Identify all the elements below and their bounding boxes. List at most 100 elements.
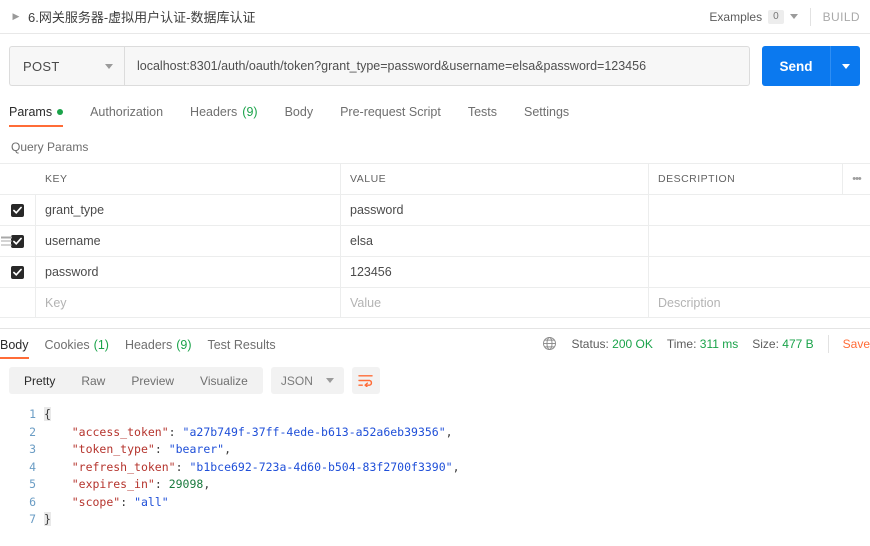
tab-headers[interactable]: Headers (9)	[190, 105, 271, 127]
examples-label: Examples	[709, 9, 763, 24]
json-key: "scope"	[71, 494, 121, 509]
response-tab-body-label: Body	[0, 337, 29, 352]
response-tab-test-results[interactable]: Test Results	[207, 338, 275, 359]
tab-headers-count: (9)	[242, 105, 258, 119]
row-key[interactable]: username	[36, 226, 341, 256]
size-label: Size:	[752, 336, 779, 351]
json-value-number: 29098	[168, 477, 204, 491]
tab-pre-request-script[interactable]: Pre-request Script	[340, 105, 454, 127]
response-tab-cookies-label: Cookies	[44, 337, 90, 352]
time-label: Time:	[666, 336, 697, 351]
row-checkbox-cell	[0, 257, 36, 287]
table-header-row: KEY VALUE DESCRIPTION •••	[0, 163, 870, 194]
response-tab-headers[interactable]: Headers (9)	[125, 338, 192, 359]
line-number: 2	[29, 424, 36, 439]
tab-tests[interactable]: Tests	[468, 105, 510, 127]
table-row: username elsa	[0, 225, 870, 256]
json-value-text: b1bce692-723a-4d60-b504-83f2700f3390	[196, 459, 446, 474]
send-options-button[interactable]	[830, 46, 860, 86]
view-pretty[interactable]: Pretty	[11, 369, 68, 392]
request-tabs: Params Authorization Headers (9) Body Pr…	[0, 98, 870, 127]
time-label-group: Time: 311 ms	[667, 337, 738, 351]
tab-pre-request-script-label: Pre-request Script	[340, 105, 441, 119]
chevron-down-icon[interactable]	[105, 63, 113, 69]
tab-settings-label: Settings	[524, 105, 570, 119]
send-group: Send	[762, 46, 860, 86]
word-wrap-icon[interactable]	[351, 367, 380, 394]
row-key[interactable]: grant_type	[36, 195, 341, 225]
row-enable-checkbox[interactable]	[11, 234, 24, 248]
tab-authorization[interactable]: Authorization	[90, 105, 176, 127]
save-response-link[interactable]: Save	[843, 337, 870, 351]
size-label-group: Size: 477 B	[752, 337, 813, 351]
build-button[interactable]: BUILD	[823, 10, 860, 24]
row-enable-checkbox[interactable]	[11, 296, 24, 309]
line-number: 6	[29, 494, 36, 509]
json-key: "token_type"	[71, 442, 155, 456]
new-row-description-input[interactable]: Description	[649, 288, 870, 317]
json-value-text: all	[141, 494, 162, 509]
triangle-right-icon[interactable]: ▶	[9, 10, 23, 24]
row-value[interactable]: password	[341, 195, 649, 225]
tab-body-label: Body	[284, 105, 314, 119]
json-key: "refresh_token"	[71, 459, 176, 474]
json-value: "b1bce692-723a-4d60-b504-83f2700f3390"	[189, 459, 453, 474]
row-checkbox-cell	[0, 195, 36, 225]
response-language-value: JSON	[280, 373, 313, 388]
json-value: "all"	[134, 494, 169, 509]
view-preview[interactable]: Preview	[118, 369, 187, 392]
line-number: 5	[29, 477, 36, 491]
divider	[809, 7, 811, 26]
ellipsis-icon[interactable]: •••	[842, 164, 870, 194]
row-checkbox-cell	[0, 226, 36, 256]
row-enable-checkbox[interactable]	[11, 265, 24, 279]
response-language-select[interactable]: JSON	[270, 367, 344, 394]
examples-count-badge: 0	[768, 9, 784, 24]
request-url-bar: POST localhost:8301/auth/oauth/token?gra…	[0, 34, 870, 98]
response-body-code: 1 2 3 4 5 6 7 { "access_token": "a27b749f-37ff…	[0, 402, 870, 529]
row-enable-checkbox[interactable]	[11, 203, 24, 217]
http-method-select[interactable]: POST	[9, 46, 124, 86]
row-description[interactable]	[649, 226, 870, 256]
tab-params[interactable]: Params	[9, 105, 76, 127]
json-key-text: access_token	[78, 424, 162, 439]
divider	[827, 334, 829, 353]
send-button[interactable]: Send	[762, 46, 830, 86]
view-raw[interactable]: Raw	[68, 369, 118, 392]
examples-dropdown[interactable]: Examples 0	[709, 9, 798, 24]
json-key-text: refresh_token	[78, 459, 169, 474]
status-label: Status:	[571, 336, 609, 351]
response-tab-body[interactable]: Body	[0, 338, 29, 359]
row-value[interactable]: 123456	[341, 257, 649, 287]
line-number: 3	[29, 442, 36, 456]
chevron-down-icon[interactable]	[789, 14, 798, 19]
response-tab-cookies[interactable]: Cookies (1)	[45, 338, 109, 359]
json-value-text: a27b749f-37ff-4ede-b613-a52a6eb39356	[189, 424, 439, 439]
request-url-input[interactable]: localhost:8301/auth/oauth/token?grant_ty…	[124, 46, 750, 86]
row-key[interactable]: password	[36, 257, 341, 287]
response-tab-headers-count: (9)	[176, 337, 192, 352]
tab-body[interactable]: Body	[285, 105, 327, 127]
json-response-text[interactable]: { "access_token": "a27b749f-37ff-4ede-b6…	[44, 406, 870, 529]
view-visualize[interactable]: Visualize	[187, 369, 261, 392]
new-row-key-input[interactable]: Key	[36, 288, 341, 317]
http-method-value: POST	[23, 58, 60, 74]
row-value[interactable]: elsa	[341, 226, 649, 256]
status-value: 200 OK	[612, 336, 653, 351]
query-params-section-label: Query Params	[11, 140, 89, 154]
params-modified-dot-icon	[57, 109, 64, 115]
column-header-key: KEY	[36, 164, 341, 194]
header-checkbox-cell	[0, 164, 36, 194]
response-tabs: Body Cookies (1) Headers (9) Test Result…	[0, 329, 292, 359]
column-header-value: VALUE	[341, 164, 649, 194]
globe-icon[interactable]	[542, 336, 557, 351]
tab-settings[interactable]: Settings	[524, 105, 582, 127]
drag-handle-icon[interactable]	[1, 236, 12, 246]
size-value: 477 B	[782, 336, 814, 351]
row-description[interactable]	[649, 195, 870, 225]
new-row-value-input[interactable]: Value	[341, 288, 649, 317]
row-description[interactable]	[649, 257, 870, 287]
breadcrumb-title: 6.网关服务器-虚拟用户认证-数据库认证	[28, 10, 256, 25]
json-key-text: expires_in	[78, 477, 148, 491]
status-label-group: Status: 200 OK	[571, 337, 652, 351]
